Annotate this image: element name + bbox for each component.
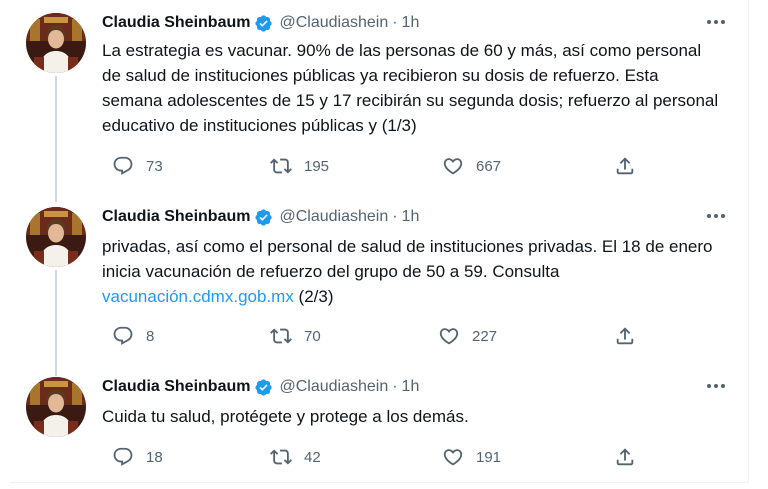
- share-button[interactable]: [614, 152, 636, 180]
- avatar[interactable]: [26, 207, 86, 267]
- share-icon: [614, 446, 636, 468]
- tweet-text-suffix: (2/3): [293, 287, 334, 306]
- thread-connector-line: [55, 270, 57, 376]
- author-handle[interactable]: @Claudiashein: [279, 208, 388, 226]
- heart-icon: [442, 155, 464, 177]
- reply-icon: [112, 446, 134, 468]
- author-name[interactable]: Claudia Sheinbaum: [102, 208, 250, 226]
- retweet-icon: [270, 325, 292, 347]
- reply-button[interactable]: 8: [112, 322, 154, 350]
- share-button[interactable]: [614, 443, 636, 471]
- tweet-actions: 8 70 227: [102, 322, 642, 350]
- like-count: 191: [476, 448, 502, 466]
- share-icon: [614, 325, 636, 347]
- author-name[interactable]: Claudia Sheinbaum: [102, 14, 250, 32]
- retweet-count: 195: [304, 157, 330, 175]
- heart-icon: [442, 446, 464, 468]
- share-button[interactable]: [614, 322, 636, 350]
- tweet-header: Claudia Sheinbaum @Claudiashein · 1h: [102, 375, 419, 399]
- tweet[interactable]: Claudia Sheinbaum @Claudiashein · 1h Cui…: [10, 364, 748, 482]
- separator-dot: ·: [392, 208, 398, 225]
- tweet-link[interactable]: vacunación.cdmx.gob.mx: [102, 287, 294, 306]
- reply-icon: [112, 325, 134, 347]
- like-count: 227: [472, 327, 498, 345]
- more-horizontal-icon[interactable]: [704, 12, 728, 32]
- reply-count: 8: [146, 327, 155, 345]
- heart-icon: [438, 325, 460, 347]
- reply-icon: [112, 155, 134, 177]
- reply-count: 73: [146, 157, 163, 175]
- thread-connector-line: [55, 76, 57, 202]
- reply-button[interactable]: 18: [112, 443, 163, 471]
- tweet-text-main: privadas, así como el personal de salud …: [102, 237, 713, 281]
- like-count: 667: [476, 157, 502, 175]
- verified-badge-icon: [254, 14, 273, 33]
- separator-dot: ·: [392, 378, 398, 395]
- more-horizontal-icon[interactable]: [704, 376, 728, 396]
- tweet[interactable]: Claudia Sheinbaum @Claudiashein · 1h pri…: [10, 194, 748, 376]
- timestamp[interactable]: 1h: [402, 378, 420, 396]
- thread-container: Claudia Sheinbaum @Claudiashein · 1h La …: [10, 0, 749, 483]
- tweet-text: La estrategia es vacunar. 90% de las per…: [102, 41, 719, 135]
- tweet[interactable]: Claudia Sheinbaum @Claudiashein · 1h La …: [10, 0, 748, 202]
- avatar[interactable]: [26, 377, 86, 437]
- tweet-actions: 18 42 191: [102, 443, 642, 471]
- reply-button[interactable]: 73: [112, 152, 163, 180]
- tweet-text: Cuida tu salud, protégete y protege a lo…: [102, 407, 469, 426]
- verified-badge-icon: [254, 208, 273, 227]
- like-button[interactable]: 667: [442, 152, 501, 180]
- tweet-actions: 73 195 667: [102, 152, 642, 180]
- retweet-button[interactable]: 195: [270, 152, 329, 180]
- retweet-count: 42: [304, 448, 321, 466]
- verified-badge-icon: [254, 378, 273, 397]
- tweet-header: Claudia Sheinbaum @Claudiashein · 1h: [102, 11, 419, 35]
- retweet-button[interactable]: 70: [270, 322, 321, 350]
- tweet-text: privadas, así como el personal de salud …: [102, 234, 722, 309]
- share-icon: [614, 155, 636, 177]
- retweet-count: 70: [304, 327, 321, 345]
- timestamp[interactable]: 1h: [402, 14, 420, 32]
- separator-dot: ·: [392, 14, 398, 31]
- like-button[interactable]: 227: [438, 322, 497, 350]
- retweet-icon: [270, 155, 292, 177]
- retweet-icon: [270, 446, 292, 468]
- author-handle[interactable]: @Claudiashein: [279, 14, 388, 32]
- like-button[interactable]: 191: [442, 443, 501, 471]
- reply-count: 18: [146, 448, 163, 466]
- retweet-button[interactable]: 42: [270, 443, 321, 471]
- avatar[interactable]: [26, 13, 86, 73]
- author-handle[interactable]: @Claudiashein: [279, 378, 388, 396]
- author-name[interactable]: Claudia Sheinbaum: [102, 378, 250, 396]
- timestamp[interactable]: 1h: [402, 208, 420, 226]
- more-horizontal-icon[interactable]: [704, 206, 728, 226]
- tweet-header: Claudia Sheinbaum @Claudiashein · 1h: [102, 205, 419, 229]
